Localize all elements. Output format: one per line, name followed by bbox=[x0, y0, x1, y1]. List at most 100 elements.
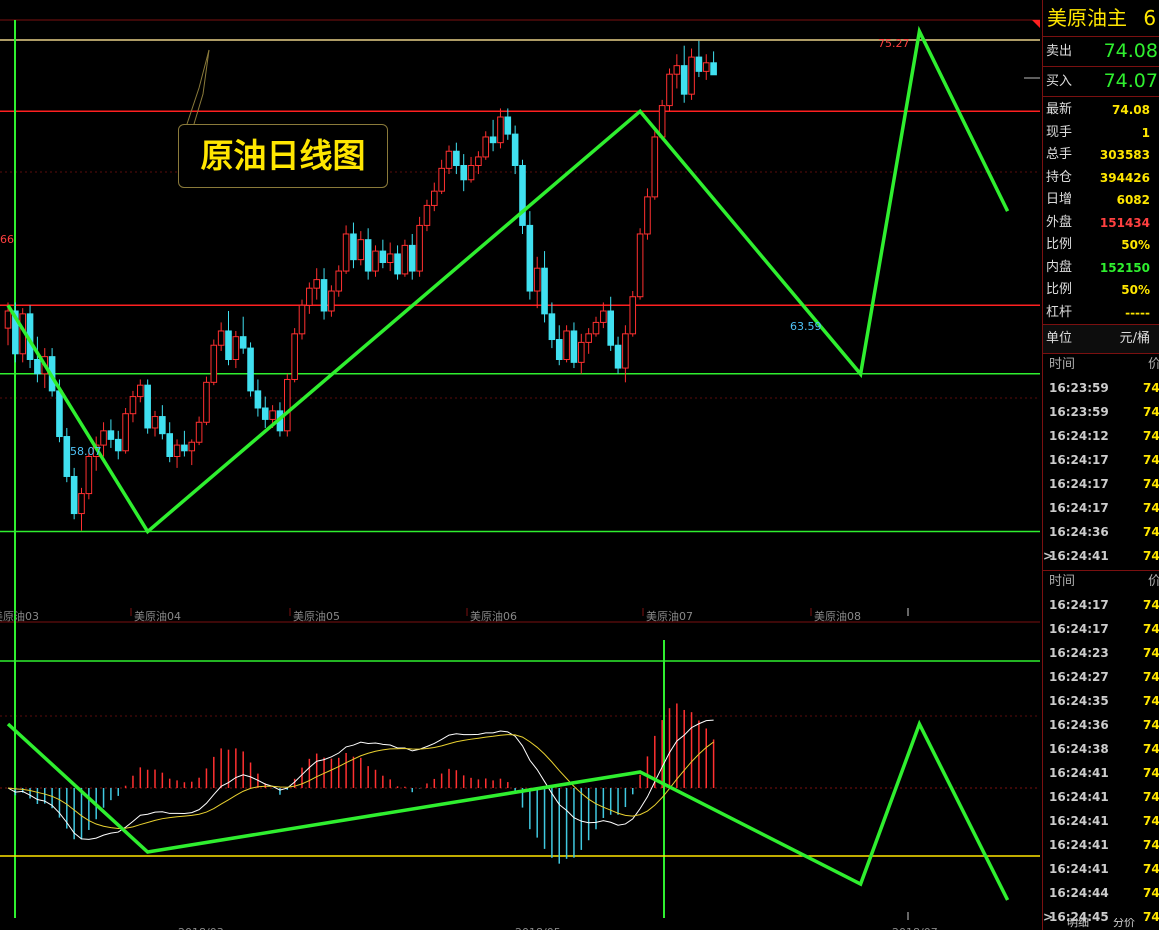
buy-value: 74.07 bbox=[1103, 70, 1158, 92]
tick-row: 16:24:17 74. bbox=[1043, 593, 1159, 617]
buy-row: 买入 74.07 bbox=[1043, 67, 1159, 97]
price-wave-line bbox=[6, 25, 1010, 535]
stat-row: 现手 1 bbox=[1043, 122, 1159, 145]
tick-price: 74. bbox=[1143, 598, 1159, 612]
tick-row: 16:24:41 74. bbox=[1043, 833, 1159, 857]
candle-body bbox=[460, 165, 467, 181]
tick-time: 16:24:36 bbox=[1049, 718, 1109, 732]
candle-body bbox=[519, 165, 526, 226]
month-axis-label: 美原油05 bbox=[293, 609, 340, 623]
tick-time: 16:24:12 bbox=[1049, 429, 1109, 443]
candle-body bbox=[570, 330, 578, 363]
month-axis-label: 美原油08 bbox=[814, 609, 861, 623]
candle-body bbox=[416, 224, 423, 272]
date-axis-label: 2018/03 bbox=[178, 926, 224, 930]
stat-row: 杠杆 ----- bbox=[1043, 302, 1159, 325]
candle-body bbox=[239, 336, 247, 349]
tick-time: 16:24:17 bbox=[1049, 477, 1109, 491]
tick-time: 16:24:17 bbox=[1049, 501, 1109, 515]
candle-body bbox=[203, 381, 210, 423]
tick-price: 74. bbox=[1143, 886, 1159, 900]
sell-label: 卖出 bbox=[1046, 44, 1073, 59]
tick-row: 16:24:44 74. bbox=[1043, 881, 1159, 905]
stat-value: 394426 bbox=[1099, 170, 1150, 185]
candle-body bbox=[173, 444, 181, 457]
month-axis-label: 美原油03 bbox=[0, 609, 39, 623]
stat-value: ----- bbox=[1125, 305, 1150, 320]
tick-list-bottom[interactable]: 时间 价 16:24:1774.16:24:1774.16:24:2374.16… bbox=[1043, 571, 1159, 929]
tick-list-top[interactable]: 时间 价 16:23:5974.16:23:5974.16:24:1274.16… bbox=[1043, 354, 1159, 571]
candle-body bbox=[688, 56, 695, 95]
candle-body bbox=[225, 330, 232, 360]
candle-body bbox=[350, 233, 357, 261]
candle-body bbox=[658, 105, 666, 138]
tick-row: 16:23:59 74. bbox=[1043, 400, 1159, 424]
candle-body bbox=[607, 310, 615, 346]
tick-row: 16:24:36 74. bbox=[1043, 713, 1159, 737]
candle-body bbox=[541, 267, 548, 315]
candle-body bbox=[467, 165, 475, 181]
candle-body bbox=[695, 56, 703, 72]
candle-body bbox=[585, 333, 592, 343]
stat-label: 日增 bbox=[1046, 192, 1073, 207]
candle-body bbox=[379, 250, 387, 264]
tick-row: 16:24:38 74. bbox=[1043, 737, 1159, 761]
annotation-pointer bbox=[193, 49, 210, 125]
candle-body bbox=[4, 310, 12, 329]
candle-body bbox=[578, 341, 585, 363]
stat-row: 比例 50% bbox=[1043, 279, 1159, 302]
tick-time: 16:24:36 bbox=[1049, 525, 1109, 539]
candle-body bbox=[680, 65, 688, 95]
tick-time: 16:24:17 bbox=[1049, 622, 1109, 636]
tick-price: 74. bbox=[1143, 549, 1159, 563]
candle-body bbox=[666, 73, 673, 107]
stat-label: 外盘 bbox=[1046, 214, 1073, 230]
candle-body bbox=[159, 416, 166, 435]
candle-body bbox=[401, 244, 409, 275]
stat-value: 1 bbox=[1141, 125, 1150, 140]
tick-time: 16:24:41 bbox=[1049, 838, 1109, 852]
candle-body bbox=[122, 413, 129, 452]
buy-label: 买入 bbox=[1046, 74, 1073, 89]
bottom-tabs: 明细 分价 bbox=[1043, 918, 1159, 930]
candle-body bbox=[328, 290, 335, 312]
tick-header-time: 时间 bbox=[1049, 357, 1076, 372]
candle-body bbox=[247, 347, 254, 392]
instrument-name: 美原油主 bbox=[1047, 6, 1127, 30]
candle-body bbox=[306, 287, 313, 306]
candle-body bbox=[166, 433, 173, 458]
instrument-title[interactable]: 美原油主 6 bbox=[1043, 0, 1159, 37]
tick-time: 16:24:38 bbox=[1049, 742, 1109, 756]
candle-body bbox=[298, 304, 306, 335]
tick-header-price: 价 bbox=[1148, 574, 1159, 589]
candle-body bbox=[195, 421, 203, 443]
tick-row: 16:24:27 74. bbox=[1043, 665, 1159, 689]
tick-price: 74. bbox=[1143, 814, 1159, 828]
tick-header-price: 价 bbox=[1148, 357, 1159, 372]
tick-row: 16:24:36 74. bbox=[1043, 520, 1159, 544]
tab-price-dist[interactable]: 分价 bbox=[1113, 918, 1135, 930]
candle-body bbox=[622, 333, 629, 369]
tick-marker: > bbox=[1043, 549, 1054, 563]
candle-body bbox=[563, 330, 570, 360]
tick-time: 16:23:59 bbox=[1049, 405, 1109, 419]
chart-area[interactable]: 66 58.07 63.59 75.27 美原油03 美原油04 美原油05 美原油06 美原油… bbox=[0, 0, 1040, 930]
tick-price: 74. bbox=[1143, 453, 1159, 467]
stat-label: 比例 bbox=[1046, 282, 1073, 297]
candle-body bbox=[151, 416, 159, 429]
tick-price: 74. bbox=[1143, 525, 1159, 539]
tick-time: 16:24:44 bbox=[1049, 886, 1109, 900]
tick-price: 74. bbox=[1143, 429, 1159, 443]
candle-body bbox=[320, 279, 328, 312]
candle-body bbox=[70, 475, 78, 515]
chart-annotation: 原油日线图 bbox=[178, 124, 388, 188]
tick-price: 74. bbox=[1143, 622, 1159, 636]
kline-chart[interactable]: 66 58.07 63.59 75.27 美原油03 美原油04 美原油05 美原油06 美原油… bbox=[0, 0, 1040, 930]
stat-row: 最新 74.08 bbox=[1043, 99, 1159, 122]
tick-header: 时间 价 bbox=[1043, 354, 1159, 376]
price-label: 63.59 bbox=[790, 320, 822, 333]
sell-row: 卖出 74.08 bbox=[1043, 37, 1159, 67]
tab-detail[interactable]: 明细 bbox=[1067, 918, 1089, 930]
candle-body bbox=[475, 156, 482, 167]
candle-body bbox=[78, 493, 85, 515]
